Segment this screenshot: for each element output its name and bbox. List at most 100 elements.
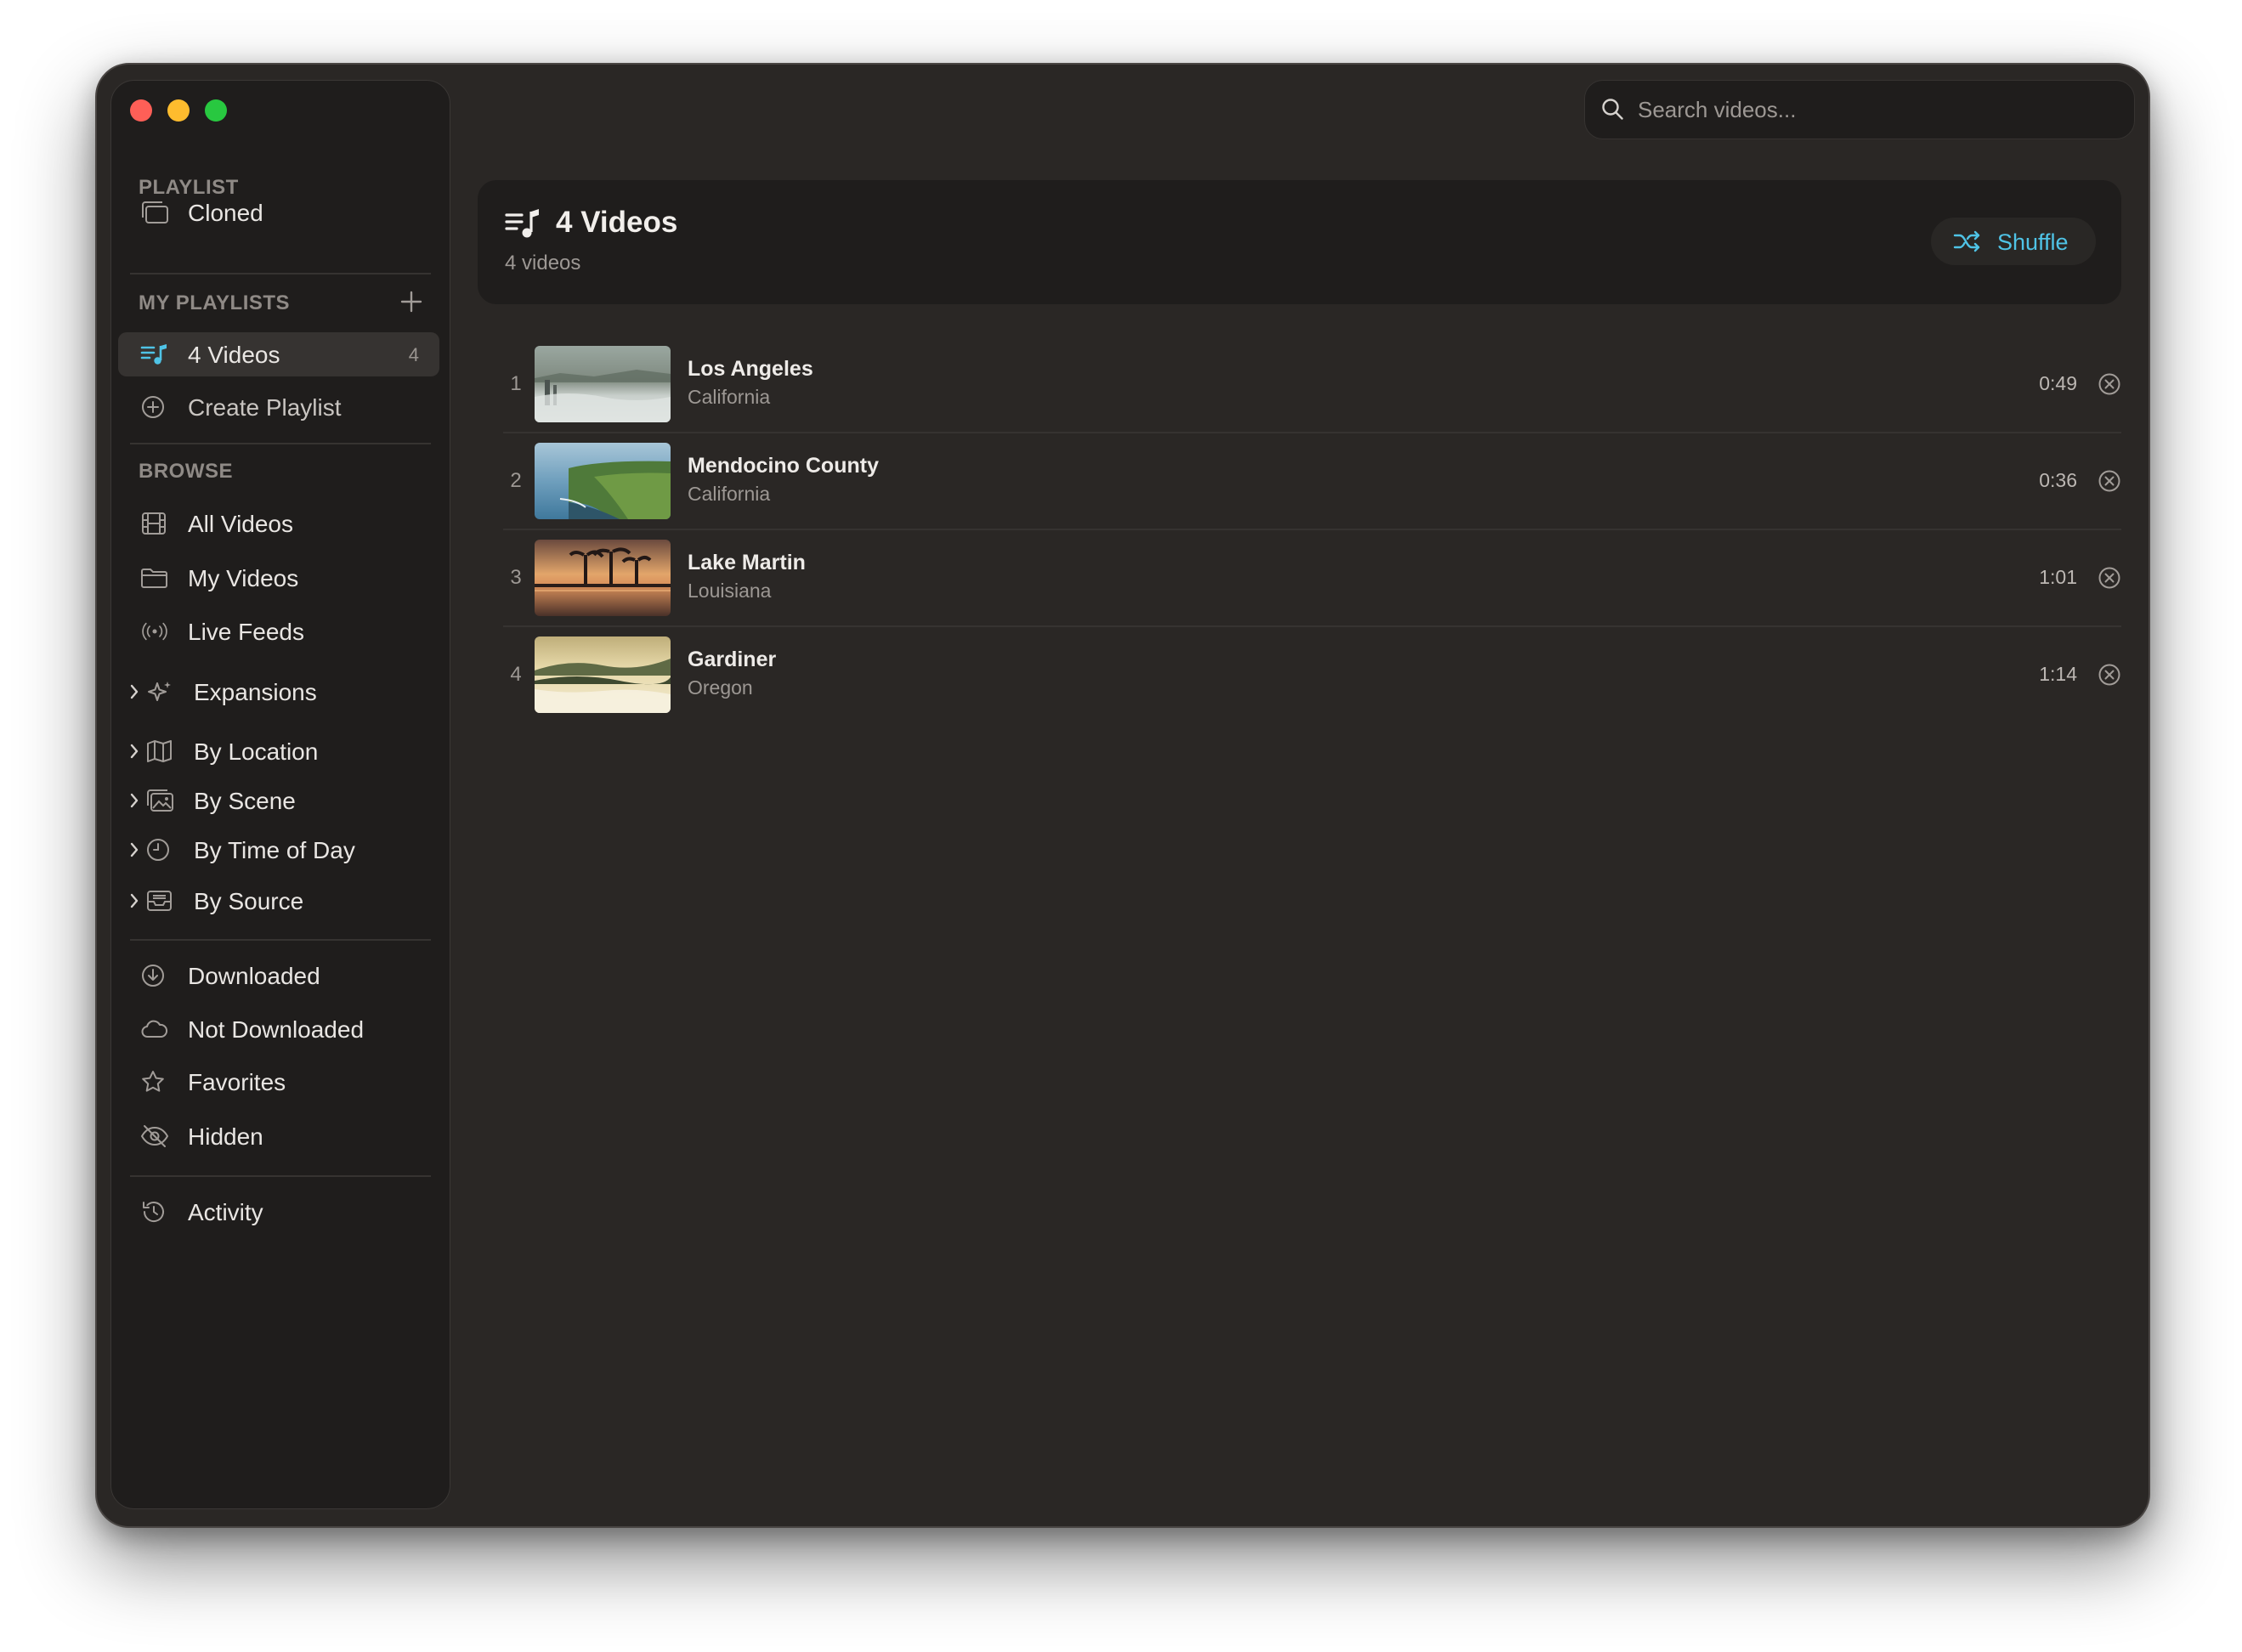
- remove-circle-icon[interactable]: [2098, 372, 2121, 396]
- download-circle-icon: [142, 965, 164, 987]
- sidebar-item-by-scene[interactable]: By Scene: [118, 778, 439, 823]
- search-icon: [1602, 99, 1623, 120]
- sidebar-divider: [130, 1175, 431, 1177]
- chevron-right-icon[interactable]: [128, 792, 140, 809]
- sidebar-item-label: Create Playlist: [188, 394, 342, 421]
- add-playlist-icon[interactable]: [399, 289, 424, 314]
- close-window-button[interactable]: [130, 99, 152, 122]
- folder-icon: [141, 569, 167, 588]
- music-playlist-icon: [505, 209, 539, 238]
- chevron-right-icon[interactable]: [128, 743, 140, 760]
- window-controls: [130, 99, 227, 122]
- video-thumbnail[interactable]: [535, 636, 671, 713]
- sidebar-item-by-location[interactable]: By Location: [118, 729, 439, 773]
- video-index: 1: [510, 372, 522, 395]
- sidebar-divider: [130, 443, 431, 444]
- video-index: 3: [510, 566, 522, 589]
- sidebar-divider: [130, 939, 431, 941]
- video-thumbnail[interactable]: [535, 540, 671, 616]
- sidebar-item-label: By Location: [194, 738, 319, 765]
- sidebar-item-4-videos[interactable]: 4 Videos 4: [118, 332, 439, 376]
- shuffle-icon: [1953, 230, 1980, 252]
- sidebar-item-downloaded[interactable]: Downloaded: [118, 953, 439, 998]
- sidebar-item-by-time-of-day[interactable]: By Time of Day: [118, 828, 439, 872]
- sidebar-item-label: Favorites: [188, 1069, 286, 1095]
- remove-circle-icon[interactable]: [2098, 663, 2121, 687]
- video-row-lake-martin[interactable]: 3 Lake Martin Louisiana 1:01: [503, 530, 2121, 627]
- sidebar-item-label: 4 Videos: [188, 342, 280, 368]
- history-clock-icon: [143, 1202, 164, 1223]
- chevron-right-icon[interactable]: [128, 841, 140, 858]
- sidebar-item-label: Downloaded: [188, 963, 320, 989]
- sidebar-item-label: By Time of Day: [194, 837, 355, 863]
- eye-slash-icon: [140, 1125, 169, 1147]
- sidebar-item-label: Hidden: [188, 1123, 263, 1150]
- chevron-right-icon[interactable]: [128, 683, 140, 700]
- sidebar-item-label: My Videos: [188, 565, 299, 591]
- zoom-window-button[interactable]: [205, 99, 227, 122]
- remove-circle-icon[interactable]: [2098, 469, 2121, 493]
- sidebar-item-label: Live Feeds: [188, 619, 304, 645]
- video-duration: 1:14: [2039, 663, 2077, 685]
- playlist-header: 4 Videos 4 videos Shuffle: [478, 180, 2121, 304]
- section-my-playlists-heading: MY PLAYLISTS: [139, 291, 291, 314]
- sidebar-item-label: Not Downloaded: [188, 1016, 365, 1043]
- sidebar-item-label: Activity: [188, 1199, 263, 1225]
- sidebar-item-cloned[interactable]: Cloned: [118, 190, 439, 235]
- video-duration: 0:49: [2039, 372, 2077, 394]
- video-row-mendocino-county[interactable]: 2 Mendocino County California 0:36: [503, 433, 2121, 530]
- video-thumbnail[interactable]: [535, 443, 671, 519]
- sidebar-item-all-videos[interactable]: All Videos: [118, 501, 439, 546]
- video-location: Louisiana: [688, 580, 772, 602]
- video-location: Oregon: [688, 676, 753, 699]
- plus-circle-icon: [142, 396, 164, 418]
- video-location: California: [688, 386, 771, 408]
- search-input[interactable]: [1636, 91, 2115, 128]
- video-title: Lake Martin: [688, 551, 806, 574]
- tray-icon: [147, 891, 172, 911]
- sidebar-item-hidden[interactable]: Hidden: [118, 1114, 439, 1158]
- app-window: PLAYLIST Cloned MY PLAYLISTS 4 Videos 4 …: [95, 63, 2150, 1528]
- sidebar-item-my-videos[interactable]: My Videos: [118, 556, 439, 600]
- remove-circle-icon[interactable]: [2098, 566, 2121, 590]
- video-title: Gardiner: [688, 648, 777, 671]
- shuffle-button[interactable]: Shuffle: [1931, 218, 2096, 265]
- sparkles-icon: [148, 682, 171, 701]
- video-duration: 0:36: [2039, 469, 2077, 491]
- search-bar[interactable]: [1584, 80, 2135, 139]
- sidebar-item-label: All Videos: [188, 511, 294, 537]
- photos-icon: [147, 789, 173, 812]
- music-playlist-icon: [140, 344, 167, 365]
- section-browse-heading: BROWSE: [139, 460, 233, 483]
- video-thumbnail[interactable]: [535, 346, 671, 422]
- broadcast-icon: [142, 622, 167, 641]
- shuffle-label: Shuffle: [1997, 229, 2069, 255]
- sidebar: PLAYLIST Cloned MY PLAYLISTS 4 Videos 4 …: [110, 80, 450, 1509]
- sidebar-item-label: Expansions: [194, 679, 317, 705]
- sidebar-item-activity[interactable]: Activity: [118, 1190, 439, 1234]
- video-title: Los Angeles: [688, 357, 813, 381]
- sidebar-item-by-source[interactable]: By Source: [118, 879, 439, 923]
- star-icon: [142, 1071, 164, 1092]
- map-icon: [147, 740, 172, 762]
- clock-icon: [147, 839, 169, 861]
- sidebar-item-not-downloaded[interactable]: Not Downloaded: [118, 1007, 439, 1051]
- cloud-icon: [141, 1020, 168, 1038]
- film-strip-icon: [142, 512, 166, 535]
- sidebar-item-expansions[interactable]: Expansions: [118, 670, 439, 714]
- sidebar-item-label: Cloned: [188, 200, 263, 226]
- video-index: 4: [510, 663, 522, 686]
- video-count-subtitle: 4 videos: [505, 252, 581, 274]
- video-row-gardiner[interactable]: 4 Gardiner Oregon 1:14: [503, 627, 2121, 724]
- video-location: California: [688, 483, 771, 505]
- sidebar-item-live-feeds[interactable]: Live Feeds: [118, 609, 439, 653]
- page-title: 4 Videos: [556, 206, 678, 239]
- playlist-count-badge: 4: [408, 344, 419, 365]
- minimize-window-button[interactable]: [167, 99, 190, 122]
- chevron-right-icon[interactable]: [128, 892, 140, 909]
- video-duration: 1:01: [2039, 566, 2077, 588]
- sidebar-item-favorites[interactable]: Favorites: [118, 1060, 439, 1104]
- video-row-los-angeles[interactable]: 1 Los Angeles California 0:49: [503, 337, 2121, 433]
- create-playlist-button[interactable]: Create Playlist: [118, 385, 439, 429]
- stacked-windows-icon: [142, 201, 168, 223]
